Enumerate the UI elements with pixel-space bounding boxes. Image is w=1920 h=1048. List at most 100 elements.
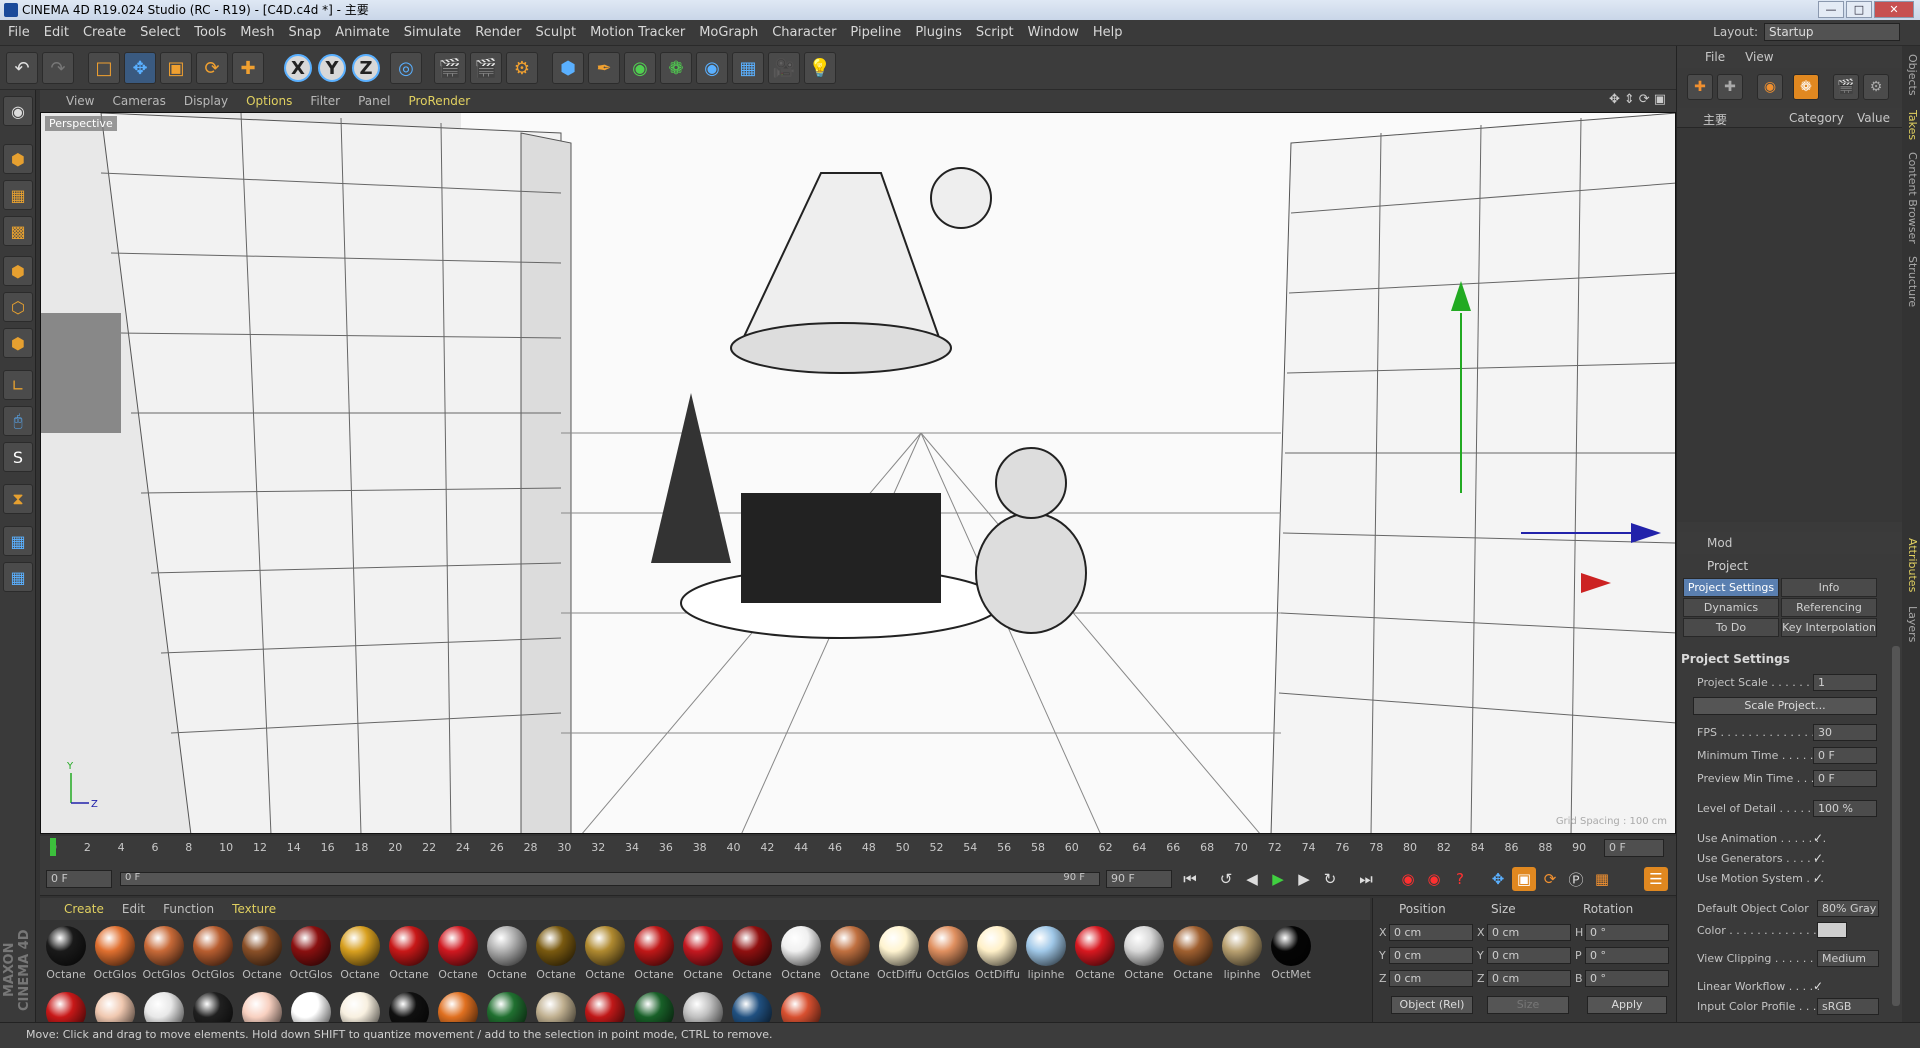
- rotation-p-field[interactable]: 0 °: [1585, 947, 1669, 964]
- viewport-menu-view[interactable]: View: [66, 94, 94, 108]
- orbit-icon[interactable]: ⟳: [1639, 92, 1650, 107]
- material-item[interactable]: Octane: [1122, 926, 1166, 981]
- coordinate-mode-dropdown[interactable]: Object (Rel): [1391, 996, 1473, 1014]
- pan-icon[interactable]: ✥: [1609, 92, 1620, 107]
- tab-to-do[interactable]: To Do: [1683, 618, 1779, 637]
- model-mode-icon[interactable]: ⬢: [3, 144, 33, 174]
- rotation-h-field[interactable]: 0 °: [1585, 924, 1669, 941]
- menu-edit[interactable]: Edit: [44, 25, 69, 40]
- material-item[interactable]: [191, 992, 235, 1022]
- preview-min-time-field[interactable]: 0 F: [1813, 770, 1877, 787]
- material-item[interactable]: Octane: [583, 926, 627, 981]
- axis-mode-icon[interactable]: ∟: [3, 370, 33, 400]
- default-object-color-dropdown[interactable]: 80% Gray: [1817, 900, 1879, 917]
- tab-dynamics[interactable]: Dynamics: [1683, 598, 1779, 617]
- viewport-menu-cameras[interactable]: Cameras: [112, 94, 165, 108]
- size-z-field[interactable]: 0 cm: [1487, 970, 1571, 987]
- menu-render[interactable]: Render: [475, 25, 521, 40]
- tab-info[interactable]: Info: [1781, 578, 1877, 597]
- scale-project-button[interactable]: Scale Project...: [1693, 697, 1877, 715]
- attributes-menu[interactable]: Mod: [1677, 532, 1903, 554]
- toggle-view-icon[interactable]: ▣: [1654, 92, 1666, 107]
- edit-render-settings-icon[interactable]: ⚙: [506, 52, 538, 84]
- object-menu-view[interactable]: View: [1745, 50, 1773, 64]
- use-animation-checkbox[interactable]: ✓: [1813, 831, 1823, 845]
- null-icon[interactable]: ◉: [1757, 74, 1783, 100]
- minimize-button[interactable]: —: [1818, 1, 1844, 18]
- material-item[interactable]: [387, 992, 431, 1022]
- material-item[interactable]: OctGlos: [191, 926, 235, 981]
- solo-icon[interactable]: S: [3, 442, 33, 472]
- rotate-icon[interactable]: ⟳: [196, 52, 228, 84]
- menu-motion-tracker[interactable]: Motion Tracker: [590, 25, 685, 40]
- use-motion-system-checkbox[interactable]: ✓: [1813, 871, 1823, 885]
- minimum-time-field[interactable]: 0 F: [1813, 747, 1877, 764]
- view-clipping-dropdown[interactable]: Medium: [1817, 950, 1879, 967]
- material-item[interactable]: OctGlos: [93, 926, 137, 981]
- perspective-viewport[interactable]: Y Z Perspective Grid Spacing : 100 cm: [40, 112, 1676, 834]
- menu-mesh[interactable]: Mesh: [240, 25, 274, 40]
- viewport-menu-options[interactable]: Options: [246, 94, 292, 108]
- snapping-icon[interactable]: ⧗: [3, 484, 33, 514]
- material-item[interactable]: Octane: [240, 926, 284, 981]
- material-item[interactable]: [289, 992, 333, 1022]
- edges-mode-icon[interactable]: ⬡: [3, 292, 33, 322]
- color-swatch[interactable]: [1817, 922, 1847, 938]
- material-item[interactable]: Octane: [730, 926, 774, 981]
- material-item[interactable]: [44, 992, 88, 1022]
- viewport-camera-label[interactable]: Perspective: [45, 116, 117, 131]
- menu-mograph[interactable]: MoGraph: [699, 25, 758, 40]
- texture-mode-icon[interactable]: ▦: [3, 180, 33, 210]
- current-frame-field[interactable]: 0 F: [1604, 839, 1664, 857]
- coordinate-system-icon[interactable]: ◎: [390, 52, 422, 84]
- timeline-window-icon[interactable]: ☰: [1644, 867, 1668, 891]
- timeline-ruler[interactable]: 0246810121416182022242628303234363840424…: [40, 836, 1676, 862]
- autokey-icon[interactable]: ◉: [1422, 867, 1446, 891]
- material-item[interactable]: Octane: [828, 926, 872, 981]
- render-tag-icon[interactable]: ✚: [1717, 74, 1743, 100]
- tweak-mode-icon[interactable]: 🖰: [3, 406, 33, 436]
- fps-field[interactable]: 30: [1813, 724, 1877, 741]
- viewport-menu-prorender[interactable]: ProRender: [408, 94, 470, 108]
- material-item[interactable]: Octane: [485, 926, 529, 981]
- array-icon[interactable]: ❁: [660, 52, 692, 84]
- material-item[interactable]: [730, 992, 774, 1022]
- material-item[interactable]: [142, 992, 186, 1022]
- material-item[interactable]: Octane: [1171, 926, 1215, 981]
- add-object-icon[interactable]: ✚: [1687, 74, 1713, 100]
- material-item[interactable]: OctGlos: [289, 926, 333, 981]
- light-icon[interactable]: 💡: [804, 52, 836, 84]
- material-item[interactable]: OctDiffu: [975, 926, 1019, 981]
- material-item[interactable]: Octane: [436, 926, 480, 981]
- menu-sculpt[interactable]: Sculpt: [535, 25, 576, 40]
- side-tab-attributes[interactable]: Attributes: [1903, 538, 1919, 592]
- points-mode-icon[interactable]: ⬢: [3, 256, 33, 286]
- level-of-detail-field[interactable]: 100 %: [1813, 800, 1877, 817]
- key-rotation-icon[interactable]: ⟳: [1538, 867, 1562, 891]
- side-tab-layers[interactable]: Layers: [1903, 606, 1919, 642]
- live-selection-icon[interactable]: □: [88, 52, 120, 84]
- dolly-icon[interactable]: ⇕: [1624, 92, 1635, 107]
- side-tab-content-browser[interactable]: Content Browser: [1903, 152, 1919, 244]
- material-menu-create[interactable]: Create: [64, 902, 104, 916]
- material-item[interactable]: lipinhe: [1220, 926, 1264, 981]
- workplane-mode-icon[interactable]: ▩: [3, 216, 33, 246]
- material-item[interactable]: Octane: [44, 926, 88, 981]
- material-menu-texture[interactable]: Texture: [232, 902, 276, 916]
- viewport-menu-display[interactable]: Display: [184, 94, 228, 108]
- key-scale-icon[interactable]: ▣: [1512, 867, 1536, 891]
- menu-pipeline[interactable]: Pipeline: [850, 25, 901, 40]
- material-item[interactable]: Octane: [534, 926, 578, 981]
- size-x-field[interactable]: 0 cm: [1487, 924, 1571, 941]
- position-z-field[interactable]: 0 cm: [1389, 970, 1473, 987]
- camera-icon[interactable]: 🎥: [768, 52, 800, 84]
- menu-select[interactable]: Select: [140, 25, 180, 40]
- material-item[interactable]: [436, 992, 480, 1022]
- render-picture-viewer-icon[interactable]: 🎬: [470, 52, 502, 84]
- make-editable-icon[interactable]: ◉: [3, 96, 33, 126]
- menu-file[interactable]: File: [8, 25, 30, 40]
- material-item[interactable]: OctGlos: [142, 926, 186, 981]
- mograph-icon[interactable]: ❁: [1793, 74, 1819, 100]
- side-tab-structure[interactable]: Structure: [1903, 256, 1919, 307]
- start-frame-field[interactable]: 0 F: [46, 870, 112, 888]
